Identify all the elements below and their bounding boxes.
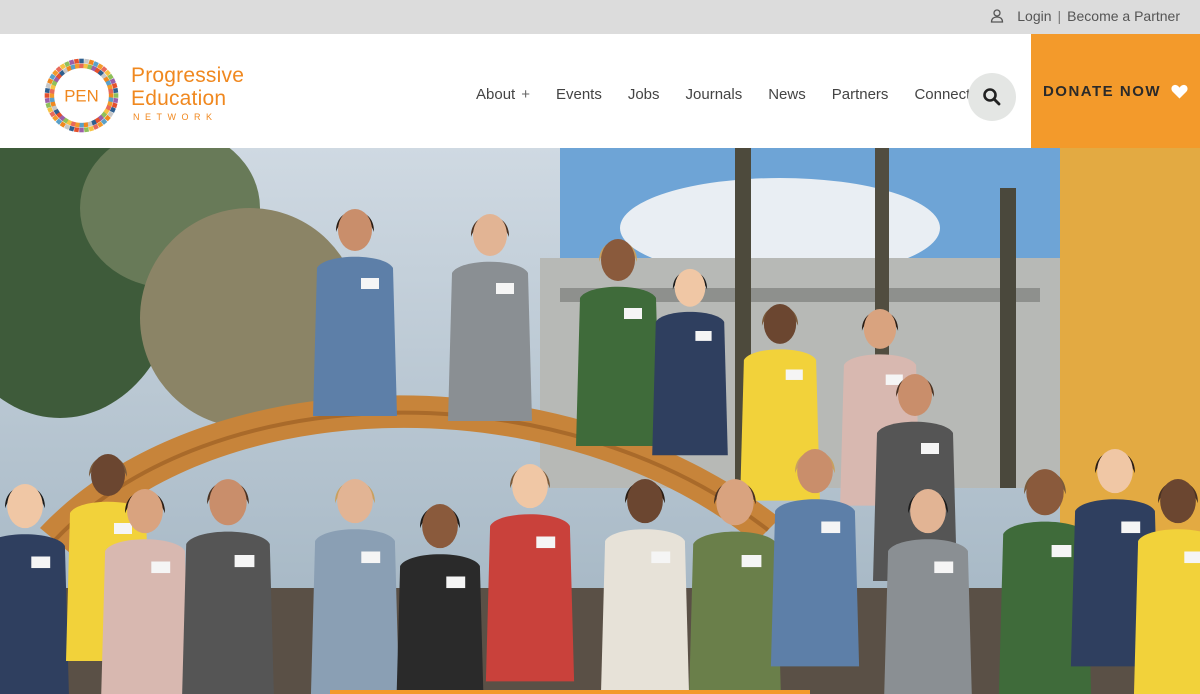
search-icon: [983, 88, 1001, 106]
nav-item-connect[interactable]: Connect: [914, 86, 970, 103]
nav-item-journals[interactable]: Journals: [686, 86, 743, 103]
logo-mark-text: PEN: [64, 86, 98, 105]
nav-item-news[interactable]: News: [768, 86, 806, 103]
logo[interactable]: PEN Progressive Education NETWORK: [44, 58, 244, 133]
nav-item-label: About: [476, 86, 516, 103]
nav-item-events[interactable]: Events: [556, 86, 602, 103]
site-header: PEN Progressive Education NETWORK About +…: [0, 34, 1200, 148]
submenu-plus-icon: +: [521, 86, 530, 103]
group-photo: [0, 148, 1200, 694]
login-link[interactable]: Login: [1017, 8, 1051, 24]
become-partner-link[interactable]: Become a Partner: [1067, 8, 1180, 24]
logo-mark-icon: PEN: [44, 58, 119, 133]
main-nav: About + Events Jobs Journals News Partner…: [476, 86, 970, 103]
nav-item-partners[interactable]: Partners: [832, 86, 889, 103]
logo-wordmark: Progressive Education NETWORK: [131, 64, 244, 122]
nav-item-jobs[interactable]: Jobs: [628, 86, 660, 103]
donate-button[interactable]: DONATE NOW: [1031, 34, 1200, 148]
nav-item-about[interactable]: About +: [476, 86, 530, 103]
logo-line-3: NETWORK: [133, 112, 218, 122]
utility-links: Login | Become a Partner: [989, 8, 1180, 24]
user-icon: [991, 9, 1004, 23]
hero-image: [0, 148, 1200, 694]
logo-line-2: Education: [131, 87, 227, 110]
separator: |: [1057, 8, 1062, 24]
donate-label: DONATE NOW: [1042, 82, 1162, 100]
utility-bar: Login | Become a Partner: [0, 0, 1200, 34]
logo-line-1: Progressive: [131, 64, 245, 87]
heart-icon: [1171, 84, 1188, 98]
search-button[interactable]: [968, 73, 1016, 121]
